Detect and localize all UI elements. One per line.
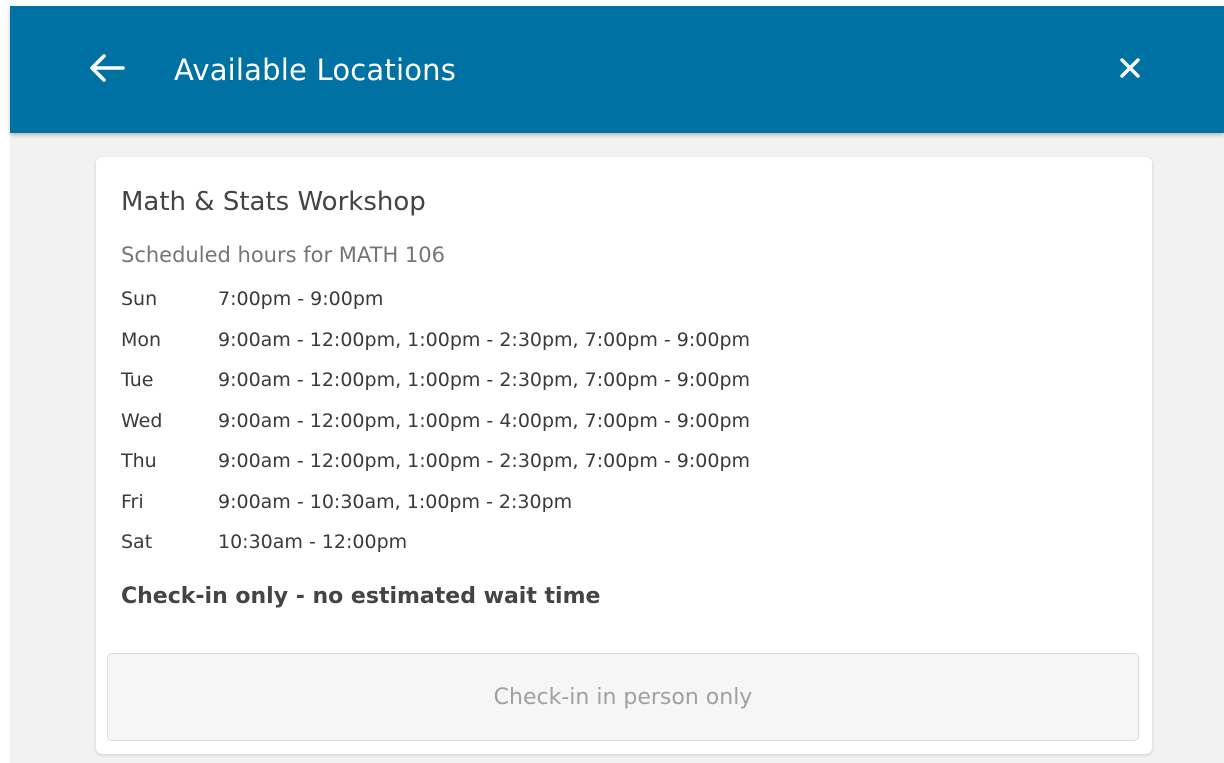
- hours-day: Thu: [121, 450, 157, 472]
- app-header: Available Locations: [10, 6, 1224, 133]
- locations-panel: Available Locations Math & Stats Worksho…: [10, 6, 1224, 763]
- wait-status: Check-in only - no estimated wait time: [121, 584, 601, 609]
- close-icon: [1119, 57, 1141, 83]
- hours-time: 9:00am - 12:00pm, 1:00pm - 2:30pm, 7:00p…: [218, 369, 751, 391]
- location-card: Math & Stats Workshop Scheduled hours fo…: [96, 157, 1152, 754]
- close-button[interactable]: [1106, 46, 1154, 94]
- hours-time: 9:00am - 12:00pm, 1:00pm - 4:00pm, 7:00p…: [218, 409, 751, 432]
- back-button[interactable]: [82, 46, 132, 94]
- hours-day: Mon: [121, 328, 162, 351]
- arrow-left-icon: [89, 53, 125, 87]
- hours-day: Fri: [121, 490, 144, 513]
- schedule-subtitle: Scheduled hours for MATH 106: [121, 243, 446, 267]
- hours-time: 10:30am - 12:00pm: [218, 531, 408, 553]
- page-title: Available Locations: [174, 53, 457, 87]
- app-frame: Available Locations Math & Stats Worksho…: [0, 0, 1224, 763]
- hours-day: Tue: [121, 369, 154, 391]
- hours-time: 9:00am - 10:30am, 1:00pm - 2:30pm: [218, 490, 573, 513]
- hours-time: 9:00am - 12:00pm, 1:00pm - 2:30pm, 7:00p…: [218, 450, 751, 472]
- location-name: Math & Stats Workshop: [121, 187, 426, 217]
- checkin-button[interactable]: Check-in in person only: [107, 653, 1139, 741]
- hours-time: 7:00pm - 9:00pm: [218, 288, 384, 310]
- hours-time: 9:00am - 12:00pm, 1:00pm - 2:30pm, 7:00p…: [218, 328, 751, 351]
- hours-day: Wed: [121, 409, 163, 432]
- hours-day: Sat: [121, 531, 153, 553]
- hours-day: Sun: [121, 288, 158, 310]
